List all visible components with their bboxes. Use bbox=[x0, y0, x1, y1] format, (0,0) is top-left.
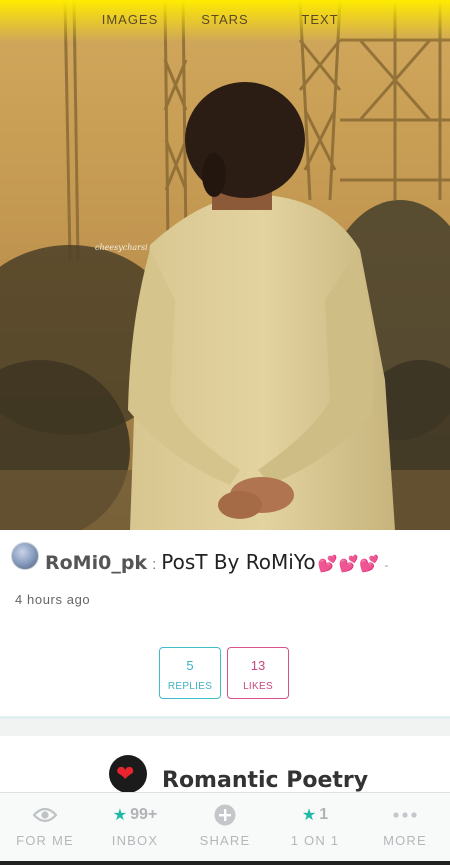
heart-icon: ❤ bbox=[109, 755, 147, 793]
more-dots-icon bbox=[360, 802, 450, 828]
nav-more-label: MORE bbox=[383, 833, 427, 848]
image-watermark: cheesycharsi bbox=[95, 243, 148, 252]
photo-illustration bbox=[0, 0, 450, 530]
nav-share[interactable]: SHARE bbox=[180, 793, 270, 865]
nav-inbox-label: INBOX bbox=[111, 833, 159, 848]
likes-button[interactable]: 13 LIKES bbox=[227, 647, 289, 699]
nav-for-me[interactable]: FOR ME bbox=[0, 793, 90, 865]
tab-images[interactable]: IMAGES bbox=[83, 0, 178, 42]
nav-one-on-one[interactable]: ★ 1 1 ON 1 bbox=[270, 793, 360, 865]
replies-label: REPLIES bbox=[167, 681, 213, 692]
post-timestamp: 4 hours ago bbox=[15, 592, 91, 607]
category-title: Romantic Poetry bbox=[162, 768, 369, 793]
title-separator: : bbox=[152, 556, 157, 573]
top-tab-bar: IMAGES STARS TEXT bbox=[0, 0, 450, 42]
star-icon: ★ bbox=[301, 807, 317, 824]
eye-icon bbox=[0, 802, 90, 828]
inbox-count: 99+ bbox=[130, 806, 158, 823]
post-title-line: RoMi0_pk : PosT By RoMiYo 💕💕💕 - bbox=[45, 550, 388, 574]
hearts-emoji: 💕💕💕 bbox=[317, 556, 381, 573]
category-card[interactable]: ❤ Romantic Poetry bbox=[0, 736, 450, 796]
app-screen: cheesycharsi IMAGES STARS TEXT RoMi0_pk … bbox=[0, 0, 450, 865]
card-divider bbox=[0, 716, 450, 719]
nav-for-me-label: FOR ME bbox=[16, 833, 74, 848]
bottom-nav: FOR ME ★ 99+ INBOX SHARE ★ 1 1 ON 1 MORE bbox=[0, 792, 450, 865]
username[interactable]: RoMi0_pk bbox=[45, 552, 147, 574]
tab-text[interactable]: TEXT bbox=[273, 0, 368, 42]
post-image[interactable]: cheesycharsi IMAGES STARS TEXT bbox=[0, 0, 450, 530]
post-card: RoMi0_pk : PosT By RoMiYo 💕💕💕 - 4 hours … bbox=[0, 530, 450, 716]
avatar[interactable] bbox=[11, 542, 39, 570]
nav-inbox[interactable]: ★ 99+ INBOX bbox=[90, 793, 180, 865]
replies-button[interactable]: 5 REPLIES bbox=[159, 647, 221, 699]
title-trailing: - bbox=[384, 558, 389, 572]
plus-circle-icon bbox=[180, 802, 270, 828]
nav-more[interactable]: MORE bbox=[360, 793, 450, 865]
star-icon: ★ bbox=[112, 807, 128, 824]
nav-one-on-one-label: 1 ON 1 bbox=[290, 833, 340, 848]
post-title[interactable]: PosT By RoMiYo bbox=[161, 550, 315, 574]
likes-count: 13 bbox=[250, 658, 266, 673]
replies-count: 5 bbox=[186, 658, 194, 673]
nav-share-label: SHARE bbox=[199, 833, 251, 848]
tab-stars[interactable]: STARS bbox=[178, 0, 273, 42]
likes-label: LIKES bbox=[243, 681, 273, 692]
system-bar bbox=[0, 861, 450, 865]
one-on-one-count: 1 bbox=[319, 806, 329, 823]
